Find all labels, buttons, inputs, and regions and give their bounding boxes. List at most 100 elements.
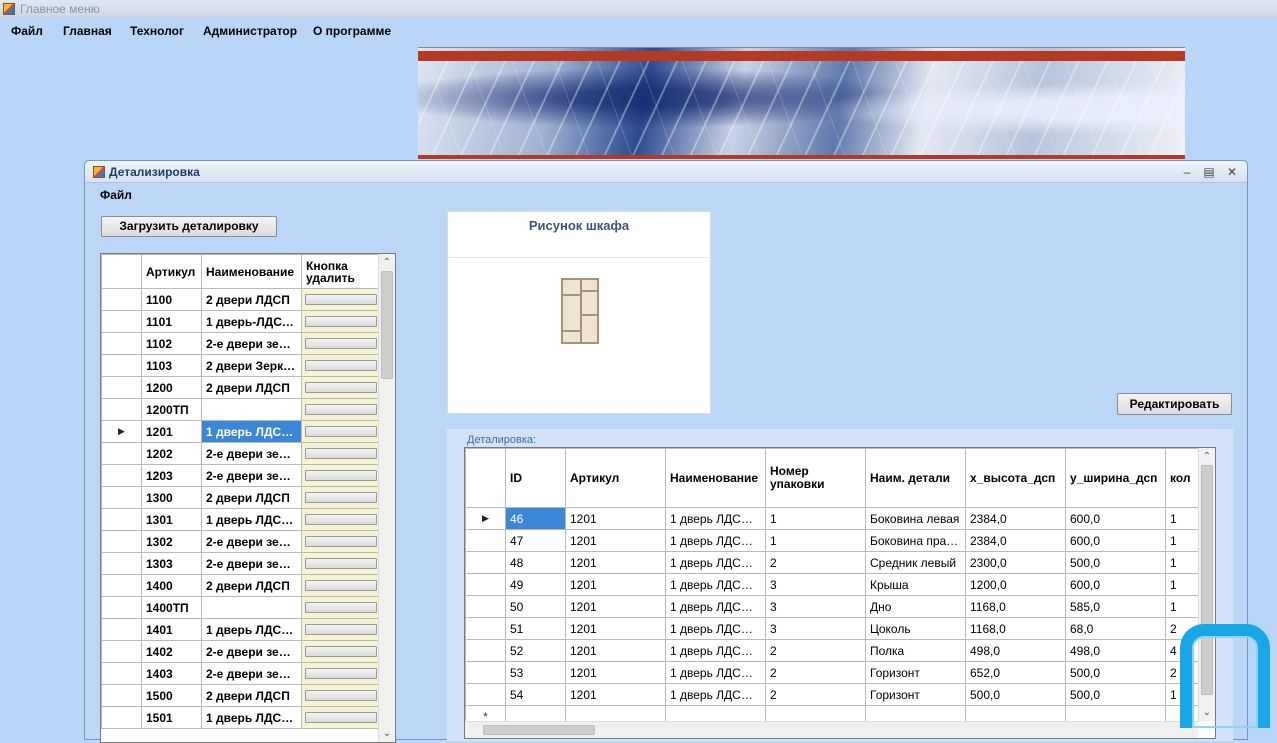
minimize-icon[interactable]: – [1179, 164, 1195, 180]
cell-package-number[interactable]: 2 [765, 661, 866, 684]
cell-height[interactable]: 1200,0 [965, 573, 1066, 596]
table-row[interactable]: 51 1201 1 дверь ЛДСП, ... 3 Цоколь 1168,0 68,0… [465, 617, 1215, 640]
column-header-delete[interactable]: Кнопка удалить [301, 254, 381, 289]
delete-row-button[interactable] [305, 426, 377, 437]
row-header[interactable] [465, 639, 506, 662]
cell-name[interactable]: 1 дверь ЛДСП, ... [665, 595, 766, 618]
column-header-article[interactable]: Артикул [565, 448, 666, 508]
cell-package-number[interactable]: 1 [765, 507, 866, 530]
cell-article[interactable]: 1402 [141, 640, 202, 663]
cell-name[interactable]: 2-е двери зерк... [201, 442, 302, 465]
column-header-package-number[interactable]: Номер упаковки [765, 448, 866, 508]
row-header[interactable] [101, 684, 142, 707]
cell-name[interactable]: 1 дверь-ЛДСП, ... [201, 310, 302, 333]
cell-height[interactable]: 652,0 [965, 661, 1066, 684]
cell-id[interactable]: 48 [505, 551, 566, 574]
cell-article[interactable]: 1200 [141, 376, 202, 399]
table-row[interactable]: 1103 2 двери Зеркал... [101, 354, 381, 377]
row-header[interactable] [101, 552, 142, 575]
cell-article[interactable]: 1300 [141, 486, 202, 509]
cell-name[interactable]: 1 дверь ЛДСП, ... [665, 661, 766, 684]
cell-part-name[interactable]: Горизонт [865, 661, 966, 684]
cell-part-name[interactable]: Цоколь [865, 617, 966, 640]
table-row[interactable]: ▶ 1201 1 дверь ЛДСП, ... [101, 420, 381, 443]
cell-name[interactable]: 2 двери ЛДСП [201, 684, 302, 707]
cell-id[interactable]: 51 [505, 617, 566, 640]
row-header[interactable] [465, 551, 506, 574]
cell-width[interactable]: 600,0 [1065, 507, 1166, 530]
table-row[interactable]: 1203 2-е двери зерк... [101, 464, 381, 487]
scroll-thumb[interactable] [381, 271, 393, 379]
column-header-height[interactable]: x_высота_дсп [965, 448, 1066, 508]
cell-package-number[interactable]: 3 [765, 617, 866, 640]
row-header[interactable] [101, 354, 142, 377]
table-row[interactable]: 1501 1 дверь ЛДСП, ... [101, 706, 381, 729]
delete-row-button[interactable] [305, 294, 377, 305]
delete-row-button[interactable] [305, 668, 377, 679]
cell-article[interactable]: 1301 [141, 508, 202, 531]
cell-name[interactable]: 2 двери ЛДСП [201, 376, 302, 399]
delete-row-button[interactable] [305, 536, 377, 547]
menu-main[interactable]: Главная [63, 21, 112, 41]
row-header[interactable] [101, 508, 142, 531]
menu-about[interactable]: О программе [313, 21, 391, 41]
cell-article[interactable]: 1201 [565, 683, 666, 706]
delete-row-button[interactable] [305, 712, 377, 723]
delete-row-button[interactable] [305, 624, 377, 635]
cell-article[interactable]: 1501 [141, 706, 202, 729]
column-header-id[interactable]: ID [505, 448, 566, 508]
table-row[interactable]: 1303 2-е двери зерк... [101, 552, 381, 575]
delete-row-button[interactable] [305, 404, 377, 415]
cell-height[interactable]: 500,0 [965, 683, 1066, 706]
cell-width[interactable]: 585,0 [1065, 595, 1166, 618]
menu-file[interactable]: Файл [11, 21, 43, 41]
cell-article[interactable]: 1201 [565, 617, 666, 640]
table-row[interactable]: 48 1201 1 дверь ЛДСП, ... 2 Средник левый 230… [465, 551, 1215, 574]
cell-name[interactable]: 1 дверь ЛДСП, ... [201, 706, 302, 729]
menu-technologist[interactable]: Технолог [130, 21, 184, 41]
table-row[interactable]: 1401 1 дверь ЛДСП, ... [101, 618, 381, 641]
cell-height[interactable]: 2300,0 [965, 551, 1066, 574]
row-header[interactable] [465, 683, 506, 706]
load-detailing-button[interactable]: Загрузить деталировку [101, 216, 277, 237]
cell-part-name[interactable]: Крыша [865, 573, 966, 596]
table-row[interactable]: 47 1201 1 дверь ЛДСП, ... 1 Боковина прав...… [465, 529, 1215, 552]
cell-package-number[interactable]: 2 [765, 683, 866, 706]
maximize-icon[interactable]: ▤ [1201, 164, 1217, 180]
cell-width[interactable]: 600,0 [1065, 529, 1166, 552]
articles-grid[interactable]: Артикул Наименование Кнопка удалить 1100… [100, 253, 396, 743]
cell-article[interactable]: 1500 [141, 684, 202, 707]
delete-row-button[interactable] [305, 316, 377, 327]
cell-article[interactable]: 1201 [565, 529, 666, 552]
table-row[interactable]: 1400ТП [101, 596, 381, 619]
cell-article[interactable]: 1202 [141, 442, 202, 465]
cell-width[interactable]: 500,0 [1065, 683, 1166, 706]
cell-name[interactable]: 1 дверь ЛДСП, ... [665, 639, 766, 662]
row-header[interactable] [101, 310, 142, 333]
row-header[interactable] [101, 464, 142, 487]
cell-name[interactable]: 1 дверь ЛДСП, ... [665, 683, 766, 706]
delete-row-button[interactable] [305, 338, 377, 349]
row-header[interactable] [101, 530, 142, 553]
delete-row-button[interactable] [305, 492, 377, 503]
details-grid-hscrollbar[interactable] [465, 721, 1198, 738]
cell-name[interactable]: 2 двери ЛДСП [201, 574, 302, 597]
cell-name[interactable]: 1 дверь ЛДСП, ... [201, 508, 302, 531]
cell-id[interactable]: 52 [505, 639, 566, 662]
table-row[interactable]: 1202 2-е двери зерк... [101, 442, 381, 465]
table-row[interactable]: 1300 2 двери ЛДСП [101, 486, 381, 509]
row-header[interactable] [101, 596, 142, 619]
row-header[interactable] [101, 706, 142, 729]
menu-administrator[interactable]: Администратор [203, 21, 297, 41]
cell-name[interactable]: 1 дверь ЛДСП, ... [665, 617, 766, 640]
table-row[interactable]: 49 1201 1 дверь ЛДСП, ... 3 Крыша 1200,0 600,0… [465, 573, 1215, 596]
cell-part-name[interactable]: Боковина прав... [865, 529, 966, 552]
table-row[interactable]: 1301 1 дверь ЛДСП, ... [101, 508, 381, 531]
column-header-article[interactable]: Артикул [141, 254, 202, 289]
table-row[interactable]: 1200ТП [101, 398, 381, 421]
table-row[interactable]: ▶ 46 1201 1 дверь ЛДСП, ... 1 Боковина левая 2… [465, 507, 1215, 530]
delete-row-button[interactable] [305, 580, 377, 591]
close-icon[interactable]: ✕ [1224, 164, 1240, 180]
cell-name[interactable]: 1 дверь ЛДСП, ... [665, 507, 766, 530]
edit-button[interactable]: Редактировать [1117, 393, 1232, 415]
